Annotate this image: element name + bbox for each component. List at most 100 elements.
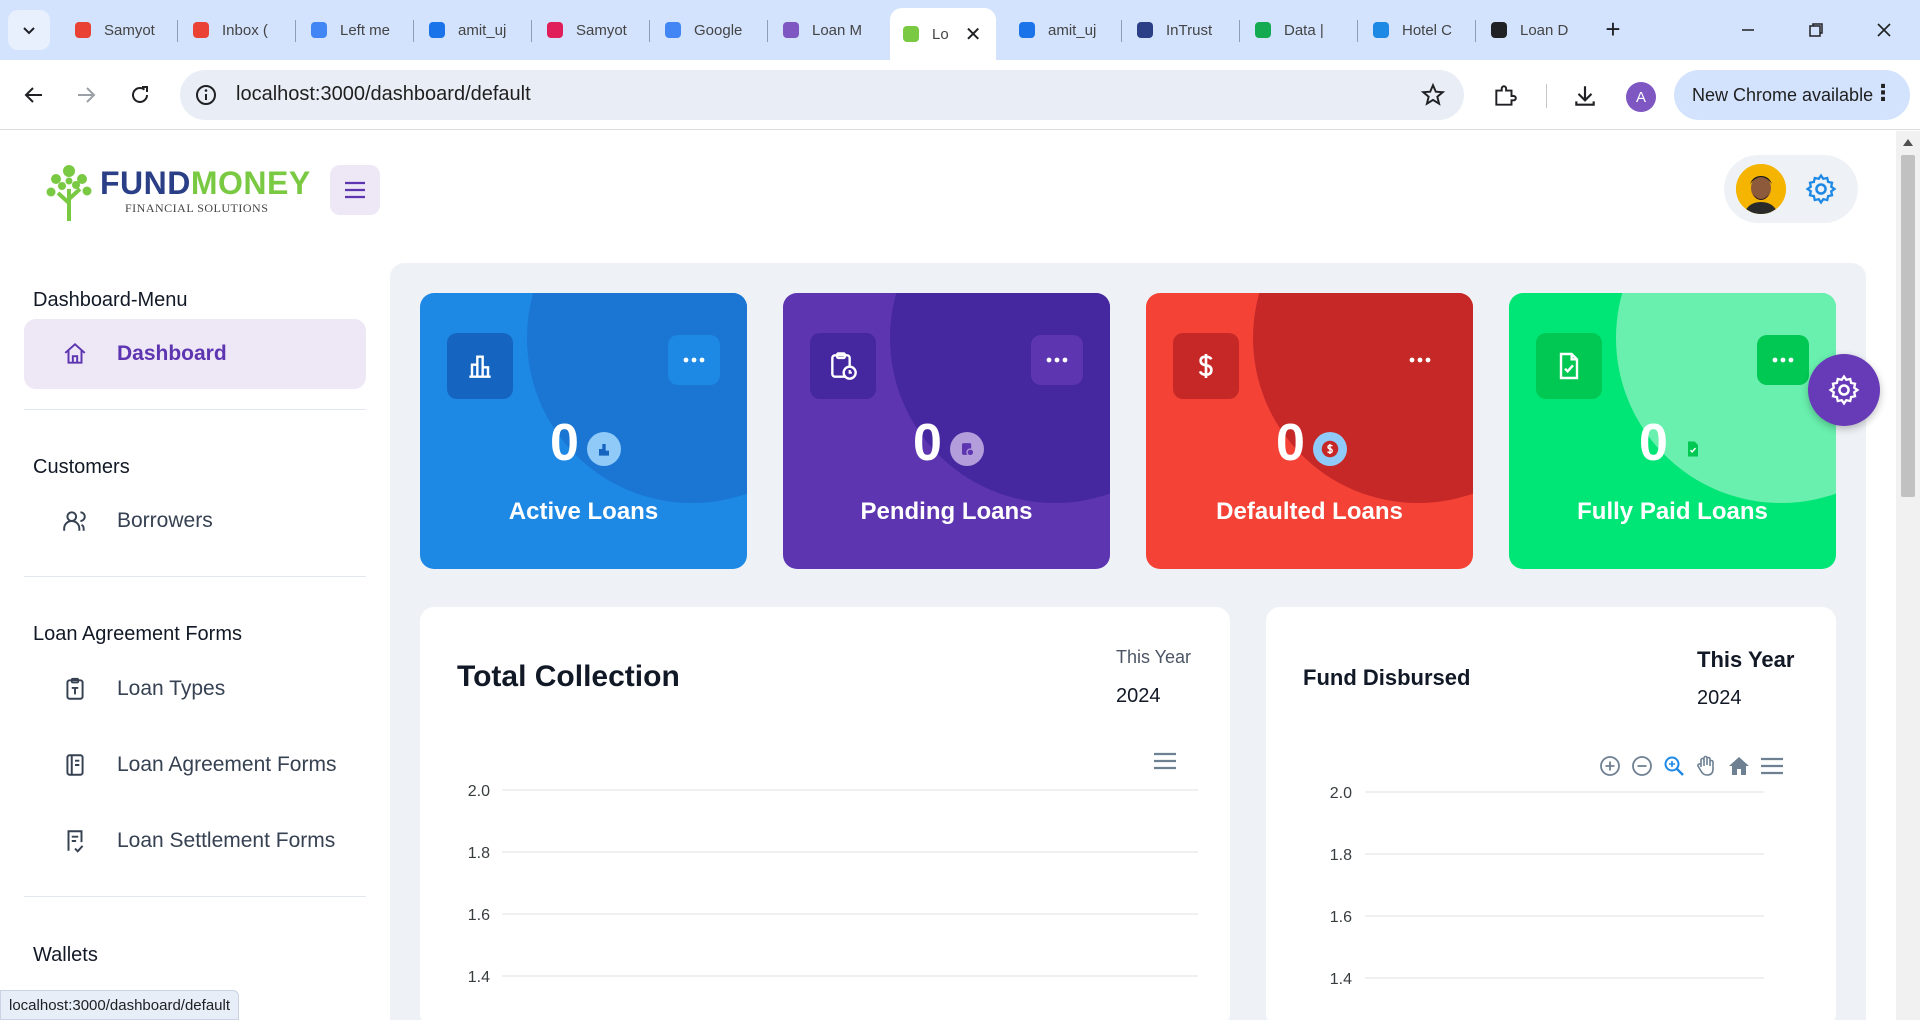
settings-gear-icon bbox=[1828, 374, 1860, 406]
sidebar-toggle-button[interactable] bbox=[330, 165, 380, 215]
downloads-button[interactable] bbox=[1568, 79, 1602, 113]
browser-tab[interactable]: Hotel C bbox=[1360, 10, 1472, 50]
stat-value: 0 bbox=[550, 414, 579, 472]
browser-tab[interactable]: InTrust bbox=[1124, 10, 1236, 50]
chrome-update-button[interactable]: New Chrome available ⋮ bbox=[1674, 70, 1910, 120]
tab-search-button[interactable] bbox=[8, 10, 50, 50]
y-tick-label: 1.4 bbox=[1330, 971, 1352, 988]
browser-tab[interactable]: Loan D bbox=[1478, 10, 1590, 50]
browser-tab[interactable]: Inbox ( bbox=[180, 10, 292, 50]
sidebar-section-customers: Customers bbox=[33, 456, 130, 478]
browser-tab-title: Samyot bbox=[104, 21, 155, 39]
profile-avatar-button[interactable]: A bbox=[1626, 82, 1656, 112]
main-content: 0 Active Loans 0 Pending Loans 0 Default… bbox=[390, 263, 1866, 1020]
sidebar-item-loan-agreement-forms[interactable]: Loan Agreement Forms bbox=[24, 730, 366, 800]
settings-gear-icon[interactable] bbox=[1804, 172, 1838, 206]
card-more-button[interactable] bbox=[1394, 335, 1446, 385]
fund-disbursed-panel: Fund Disbursed This Year 2024 2.0 1.8 1.6 1… bbox=[1266, 607, 1836, 1020]
clipboard-clock-icon bbox=[810, 333, 876, 399]
browser-tab[interactable]: Samyot bbox=[62, 10, 174, 50]
sidebar-divider bbox=[24, 576, 366, 577]
app-root: FUNDMONEY FINANCIAL SOLUTIONS Dashboard-… bbox=[0, 131, 1896, 1020]
browser-tab-title: Inbox ( bbox=[222, 21, 268, 39]
tab-separator bbox=[295, 20, 296, 42]
y-tick-label: 1.8 bbox=[468, 845, 490, 862]
user-photo-icon bbox=[1736, 164, 1786, 214]
y-tick-label: 1.4 bbox=[468, 969, 490, 986]
back-button[interactable] bbox=[16, 77, 52, 113]
browser-tab-title: Loan D bbox=[1520, 21, 1569, 39]
scroll-up-arrow-icon[interactable] bbox=[1903, 139, 1913, 146]
bar-chart-badge-icon bbox=[587, 432, 621, 466]
user-avatar[interactable] bbox=[1736, 164, 1786, 214]
tab-separator bbox=[177, 20, 178, 42]
file-check-badge-icon bbox=[1676, 432, 1710, 466]
tab-separator bbox=[531, 20, 532, 42]
site-info-icon[interactable] bbox=[194, 83, 218, 107]
y-tick-label: 1.8 bbox=[1330, 847, 1352, 864]
url-text[interactable]: localhost:3000/dashboard/default bbox=[236, 83, 531, 106]
total-collection-chart: 2.0 1.8 1.6 1.4 bbox=[468, 783, 1198, 986]
stat-card-pending-loans: 0 Pending Loans bbox=[783, 293, 1110, 569]
minimize-button[interactable] bbox=[1728, 12, 1768, 48]
bookmark-star-icon[interactable] bbox=[1420, 82, 1446, 108]
new-tab-button[interactable]: + bbox=[1598, 14, 1628, 44]
sidebar-item-loan-settlement-forms[interactable]: Loan Settlement Forms bbox=[24, 806, 366, 876]
minimize-icon bbox=[1742, 29, 1754, 31]
stat-value: 0 bbox=[1276, 414, 1305, 472]
card-more-button[interactable] bbox=[1757, 335, 1809, 385]
sidebar: Dashboard-Menu Dashboard Customers Borro… bbox=[24, 281, 366, 1020]
close-tab-icon[interactable]: ✕ bbox=[965, 22, 982, 47]
chrome-menu-icon[interactable]: ⋮ bbox=[1872, 82, 1894, 104]
stat-value: 0 bbox=[913, 414, 942, 472]
tab-separator bbox=[1475, 20, 1476, 42]
reload-button[interactable] bbox=[122, 77, 158, 113]
close-window-button[interactable] bbox=[1864, 12, 1904, 48]
sidebar-item-borrowers[interactable]: Borrowers bbox=[24, 486, 366, 556]
sidebar-divider bbox=[24, 409, 366, 410]
dollar-badge-icon bbox=[1313, 432, 1347, 466]
sidebar-item-label: Loan Types bbox=[117, 677, 226, 700]
stat-value: 0 bbox=[1639, 414, 1668, 472]
tab-separator bbox=[767, 20, 768, 42]
sidebar-item-loan-types[interactable]: Loan Types bbox=[24, 654, 366, 724]
browser-tab[interactable]: Left me bbox=[298, 10, 410, 50]
file-check-icon bbox=[60, 826, 90, 856]
browser-tab-title: Google bbox=[694, 21, 743, 39]
settings-fab-button[interactable] bbox=[1808, 354, 1880, 426]
mongodb-icon bbox=[1252, 19, 1274, 41]
browser-tab[interactable]: amit_uj bbox=[416, 10, 528, 50]
browser-tab[interactable]: Loan M bbox=[770, 10, 882, 50]
users-icon bbox=[60, 506, 90, 536]
sidebar-item-label: Dashboard bbox=[117, 342, 227, 365]
browser-tab[interactable]: Google bbox=[652, 10, 764, 50]
page-scrollbar[interactable] bbox=[1896, 131, 1920, 1020]
bar-chart-icon bbox=[447, 333, 513, 399]
puzzle-icon bbox=[1495, 85, 1517, 106]
samyot-icon bbox=[72, 19, 94, 41]
browser-tab[interactable]: Samyot bbox=[534, 10, 646, 50]
browser-tab[interactable]: Lo ✕ bbox=[890, 8, 996, 60]
sidebar-item-dashboard[interactable]: Dashboard bbox=[24, 319, 366, 389]
card-more-button[interactable] bbox=[668, 335, 720, 385]
clipboard-badge-icon bbox=[950, 432, 984, 466]
brand-logo[interactable]: FUNDMONEY FINANCIAL SOLUTIONS bbox=[44, 159, 310, 225]
restore-button[interactable] bbox=[1796, 12, 1836, 48]
y-tick-label: 2.0 bbox=[1330, 785, 1352, 802]
address-bar[interactable]: localhost:3000/dashboard/default bbox=[180, 70, 1464, 120]
docs-icon bbox=[308, 19, 330, 41]
browser-tab-title: amit_uj bbox=[458, 21, 507, 39]
status-bar-url: localhost:3000/dashboard/default bbox=[0, 990, 240, 1020]
browser-tab[interactable]: Data | bbox=[1242, 10, 1354, 50]
forward-button[interactable] bbox=[68, 77, 104, 113]
browser-tab-title: Left me bbox=[340, 21, 391, 39]
browser-tab[interactable]: amit_uj bbox=[1006, 10, 1118, 50]
card-more-button[interactable] bbox=[1031, 335, 1083, 385]
bitbucket-icon bbox=[426, 19, 448, 41]
extensions-button[interactable] bbox=[1488, 79, 1522, 113]
more-horizontal-icon bbox=[1772, 357, 1794, 363]
header-profile-chip[interactable] bbox=[1724, 155, 1858, 223]
google-translate-icon bbox=[662, 19, 684, 41]
stat-card-fully-paid-loans: 0 Fully Paid Loans bbox=[1509, 293, 1836, 569]
scrollbar-thumb[interactable] bbox=[1901, 155, 1915, 497]
